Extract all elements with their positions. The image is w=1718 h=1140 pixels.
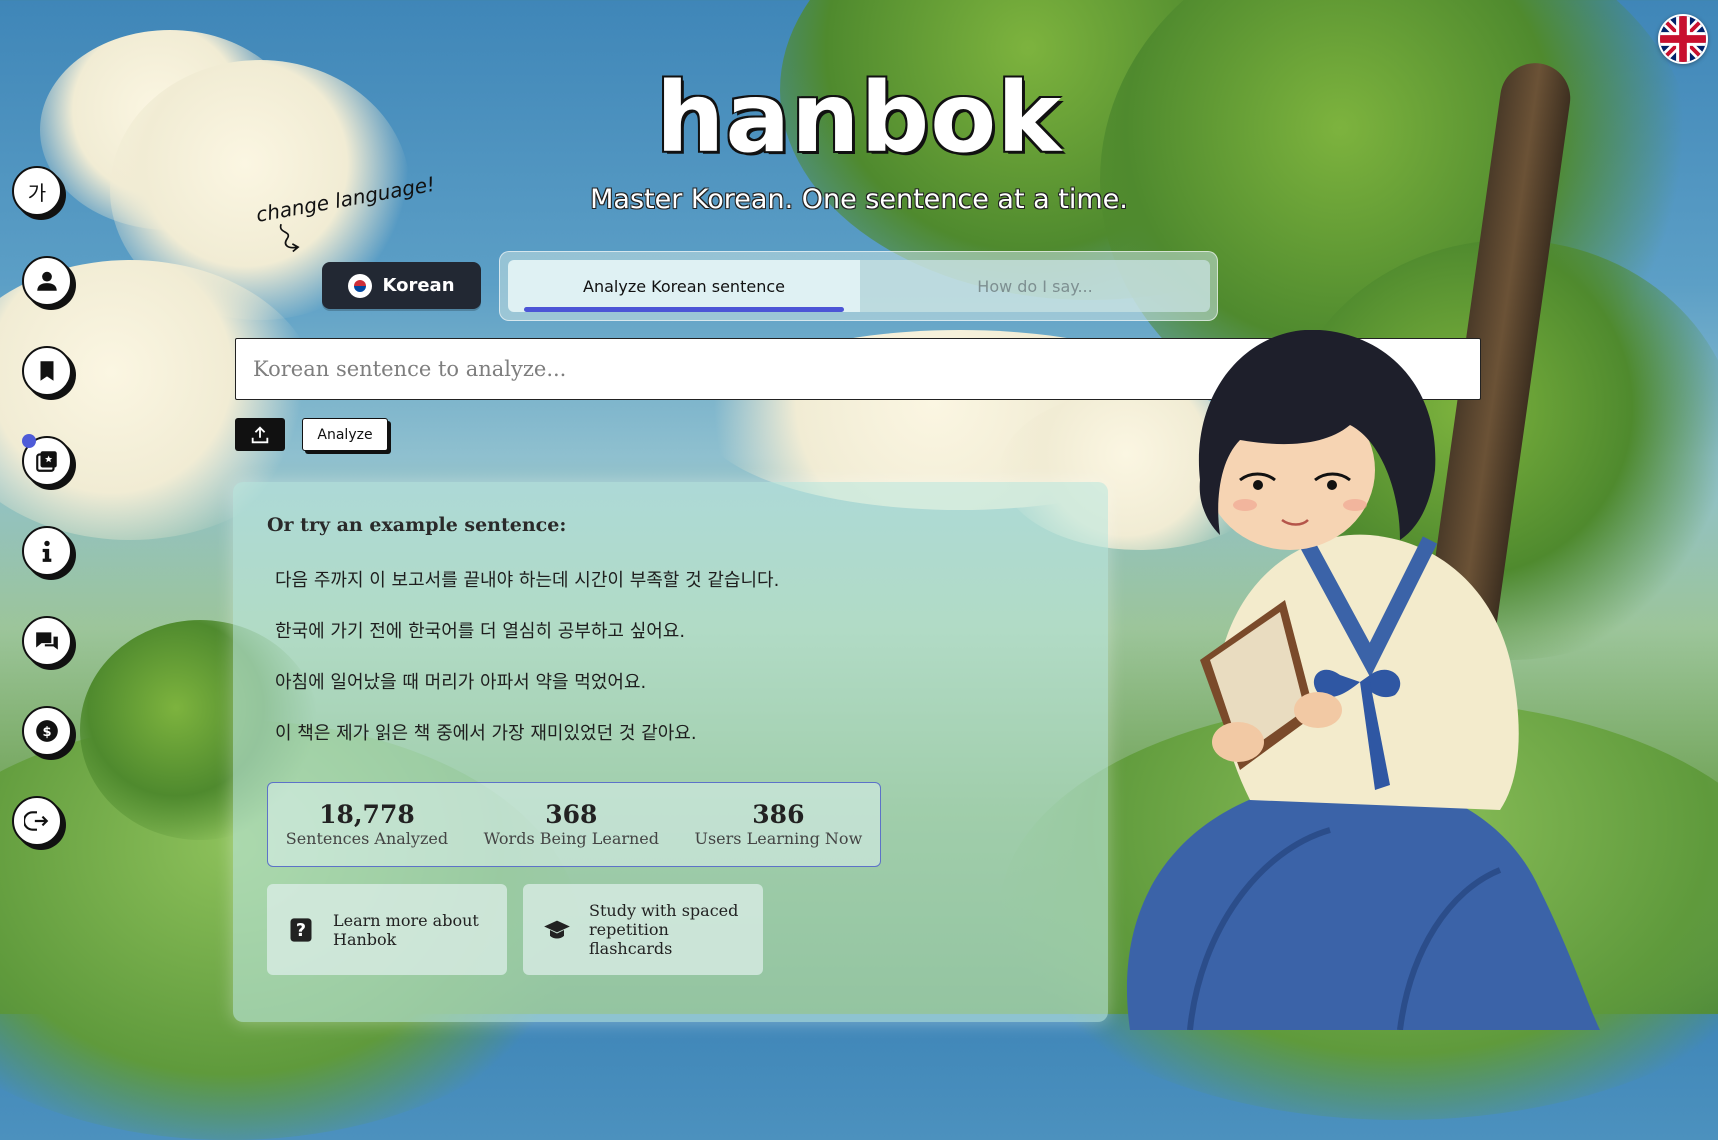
learn-more-card[interactable]: ? Learn more about Hanbok [267, 884, 507, 975]
girl-reading-illustration [1070, 329, 1670, 1031]
example-sentence[interactable]: 한국에 가기 전에 한국어를 더 열심히 공부하고 싶어요. [275, 617, 685, 643]
upload-icon [251, 425, 269, 443]
example-sentence[interactable]: 이 책은 제가 읽은 책 중에서 가장 재미있었던 것 같아요. [275, 719, 697, 745]
app-title: hanbok [656, 62, 1062, 174]
active-tab-indicator [524, 307, 844, 312]
pricing-icon[interactable]: $ [22, 706, 72, 756]
svg-text:$: $ [42, 725, 51, 740]
stat-sentences-analyzed: 18,778 Sentences Analyzed [285, 800, 449, 848]
tab-analyze[interactable]: Analyze Korean sentence [508, 260, 860, 312]
info-icon[interactable] [22, 526, 72, 576]
notification-dot [22, 434, 36, 448]
svg-text:?: ? [296, 920, 306, 940]
graduation-cap-icon [544, 920, 570, 938]
examples-panel: Or try an example sentence: 다음 주까지 이 보고서… [233, 482, 1108, 1022]
bookmark-icon[interactable] [22, 346, 72, 396]
language-selector-button[interactable]: Korean [322, 262, 481, 309]
question-icon: ? [290, 917, 312, 942]
language-label: Korean [382, 275, 455, 296]
stat-users-learning: 386 Users Learning Now [694, 800, 863, 848]
chat-icon[interactable] [22, 616, 72, 666]
upload-button[interactable] [235, 418, 285, 451]
korea-flag-icon [348, 273, 373, 298]
example-sentence[interactable]: 아침에 일어났을 때 머리가 아파서 약을 먹었어요. [275, 668, 646, 694]
flashcards-card[interactable]: Study with spaced repetition flashcards [523, 884, 763, 975]
uk-flag-icon[interactable] [1658, 14, 1708, 64]
stat-words-learned: 368 Words Being Learned [483, 800, 660, 848]
stats-box: 18,778 Sentences Analyzed 368 Words Bein… [267, 782, 881, 867]
profile-icon[interactable] [22, 256, 72, 306]
logout-icon[interactable] [12, 796, 62, 846]
flashcards-icon[interactable] [22, 434, 72, 486]
examples-heading: Or try an example sentence: [267, 514, 567, 536]
mode-tabs: Analyze Korean sentence How do I say... [499, 251, 1218, 321]
analyze-button[interactable]: Analyze [302, 418, 388, 451]
tab-how-do-i-say[interactable]: How do I say... [860, 260, 1210, 312]
hangul-icon[interactable]: 가 [12, 166, 62, 216]
example-sentence[interactable]: 다음 주까지 이 보고서를 끝내야 하는데 시간이 부족할 것 같습니다. [275, 566, 779, 592]
